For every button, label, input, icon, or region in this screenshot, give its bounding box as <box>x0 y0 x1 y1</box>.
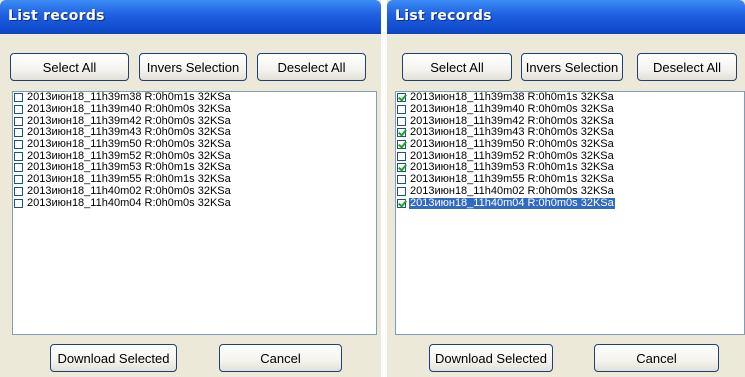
select-all-button[interactable]: Select All <box>402 53 512 81</box>
list-item[interactable]: 2013июн18_11h39m38 R:0h0m1s 32KSa <box>13 92 376 104</box>
record-label: 2013июн18_11h39m40 R:0h0m0s 32KSa <box>27 103 231 116</box>
deselect-all-button[interactable]: Deselect All <box>257 53 366 81</box>
record-checkbox[interactable] <box>397 93 406 103</box>
record-label: 2013июн18_11h39m43 R:0h0m0s 32KSa <box>410 126 614 139</box>
record-label: 2013июн18_11h39m53 R:0h0m1s 32KSa <box>410 161 614 174</box>
record-label: 2013июн18_11h40m04 R:0h0m0s 32KSa <box>408 196 616 210</box>
list-item[interactable]: 2013июн18_11h40m02 R:0h0m0s 32KSa <box>396 184 744 198</box>
list-item[interactable]: 2013июн18_11h39m55 R:0h0m1s 32KSa <box>396 174 744 186</box>
record-label: 2013июн18_11h39m43 R:0h0m0s 32KSa <box>27 126 231 139</box>
record-label: 2013июн18_11h39m38 R:0h0m1s 32KSa <box>27 91 231 104</box>
list-item[interactable]: 2013июн18_11h39m38 R:0h0m1s 32KSa <box>396 92 744 104</box>
record-checkbox[interactable] <box>14 175 23 185</box>
record-label: 2013июн18_11h40m02 R:0h0m0s 32KSa <box>410 184 614 197</box>
list-item[interactable]: 2013июн18_11h39m43 R:0h0m0s 32KSa <box>396 127 744 139</box>
list-item[interactable]: 2013июн18_11h39m42 R:0h0m0s 32KSa <box>13 115 376 127</box>
record-label: 2013июн18_11h39m50 R:0h0m0s 32KSa <box>27 138 231 151</box>
record-label: 2013июн18_11h39m38 R:0h0m1s 32KSa <box>410 91 614 104</box>
record-checkbox[interactable] <box>14 105 23 115</box>
list-item[interactable]: 2013июн18_11h39m53 R:0h0m1s 32KSa <box>396 162 744 174</box>
record-checkbox[interactable] <box>14 186 23 196</box>
record-checkbox[interactable] <box>397 175 406 185</box>
dialog-title: List records <box>395 8 492 24</box>
invert-selection-button[interactable]: Invers Selection <box>521 53 623 81</box>
list-records-dialog-right: List records Select All Invers Selection… <box>387 0 745 377</box>
list-records-dialog-left: List records Select All Invers Selection… <box>0 0 381 377</box>
record-label: 2013июн18_11h39m55 R:0h0m1s 32KSa <box>410 173 614 186</box>
record-checkbox[interactable] <box>397 116 406 126</box>
list-item[interactable]: 2013июн18_11h39m42 R:0h0m0s 32KSa <box>396 115 744 127</box>
record-label: 2013июн18_11h39m55 R:0h0m1s 32KSa <box>27 173 231 186</box>
list-item[interactable]: 2013июн18_11h39m52 R:0h0m0s 32KSa <box>396 150 744 162</box>
record-label: 2013июн18_11h39m40 R:0h0m0s 32KSa <box>410 103 614 116</box>
list-item[interactable]: 2013июн18_11h40m04 R:0h0m0s 32KSa <box>13 197 376 209</box>
record-checkbox[interactable] <box>14 116 23 126</box>
record-checkbox[interactable] <box>14 151 23 161</box>
select-all-button[interactable]: Select All <box>10 53 129 81</box>
record-checkbox[interactable] <box>14 140 23 150</box>
record-label: 2013июн18_11h39m53 R:0h0m1s 32KSa <box>27 161 231 174</box>
record-checkbox[interactable] <box>14 128 23 138</box>
list-item[interactable]: 2013июн18_11h39m40 R:0h0m0s 32KSa <box>396 104 744 116</box>
record-checkbox[interactable] <box>397 105 406 115</box>
dialog-title: List records <box>8 8 105 24</box>
list-item[interactable]: 2013июн18_11h39m52 R:0h0m0s 32KSa <box>13 150 376 162</box>
cancel-button[interactable]: Cancel <box>594 344 719 372</box>
record-checkbox[interactable] <box>397 163 406 173</box>
title-bar[interactable]: List records <box>0 0 381 34</box>
record-label: 2013июн18_11h39m42 R:0h0m0s 32KSa <box>410 114 614 127</box>
invert-selection-button[interactable]: Invers Selection <box>139 53 247 81</box>
record-checkbox[interactable] <box>14 93 23 103</box>
record-checkbox[interactable] <box>397 140 406 150</box>
list-item[interactable]: 2013июн18_11h39m40 R:0h0m0s 32KSa <box>13 104 376 116</box>
record-label: 2013июн18_11h39m52 R:0h0m0s 32KSa <box>410 149 614 162</box>
record-checkbox[interactable] <box>397 151 406 161</box>
record-label: 2013июн18_11h39m50 R:0h0m0s 32KSa <box>410 138 614 151</box>
list-item[interactable]: 2013июн18_11h40m04 R:0h0m0s 32KSa <box>396 196 744 210</box>
title-bar[interactable]: List records <box>387 0 745 34</box>
list-item[interactable]: 2013июн18_11h39m43 R:0h0m0s 32KSa <box>13 127 376 139</box>
list-item[interactable]: 2013июн18_11h39m50 R:0h0m0s 32KSa <box>396 139 744 151</box>
record-checkbox[interactable] <box>397 198 406 208</box>
download-selected-button[interactable]: Download Selected <box>429 344 553 372</box>
list-item[interactable]: 2013июн18_11h39m50 R:0h0m0s 32KSa <box>13 139 376 151</box>
list-item[interactable]: 2013июн18_11h40m02 R:0h0m0s 32KSa <box>13 184 376 198</box>
download-selected-button[interactable]: Download Selected <box>50 344 177 372</box>
record-label: 2013июн18_11h39m42 R:0h0m0s 32KSa <box>27 114 231 127</box>
record-checkbox[interactable] <box>14 163 23 173</box>
record-checkbox[interactable] <box>14 198 23 208</box>
list-item[interactable]: 2013июн18_11h39m55 R:0h0m1s 32KSa <box>13 174 376 186</box>
record-checkbox[interactable] <box>397 128 406 138</box>
list-item[interactable]: 2013июн18_11h39m53 R:0h0m1s 32KSa <box>13 162 376 174</box>
cancel-button[interactable]: Cancel <box>219 344 342 372</box>
record-checkbox[interactable] <box>397 186 406 196</box>
records-list[interactable]: 2013июн18_11h39m38 R:0h0m1s 32KSa 2013июн… <box>395 91 745 335</box>
record-label: 2013июн18_11h39m52 R:0h0m0s 32KSa <box>27 149 231 162</box>
record-label: 2013июн18_11h40m04 R:0h0m0s 32KSa <box>27 196 231 209</box>
deselect-all-button[interactable]: Deselect All <box>637 53 737 81</box>
record-label: 2013июн18_11h40m02 R:0h0m0s 32KSa <box>27 184 231 197</box>
records-list[interactable]: 2013июн18_11h39m38 R:0h0m1s 32KSa 2013июн… <box>12 91 377 335</box>
